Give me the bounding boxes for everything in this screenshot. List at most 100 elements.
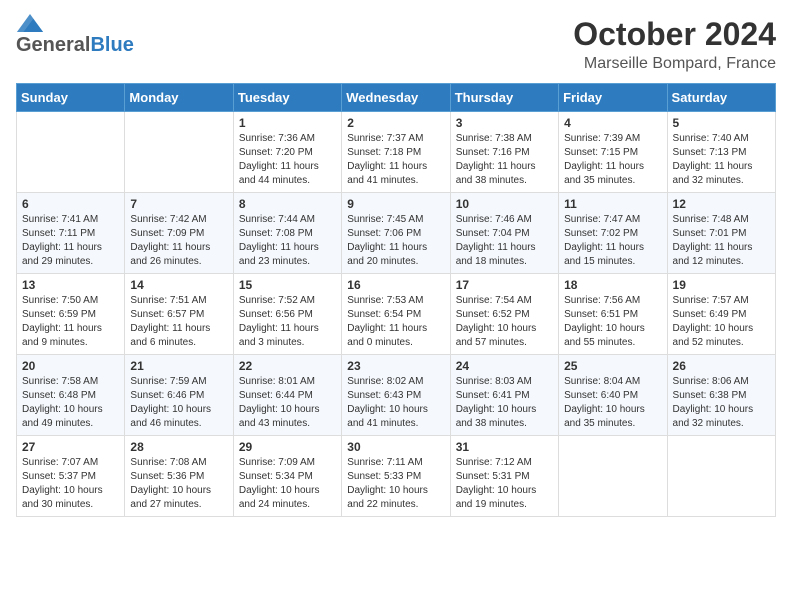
day-number: 4 — [564, 116, 661, 130]
calendar-day: 20 Sunrise: 7:58 AMSunset: 6:48 PMDayligh… — [17, 355, 125, 436]
calendar-day: 16 Sunrise: 7:53 AMSunset: 6:54 PMDayligh… — [342, 274, 450, 355]
calendar-day — [125, 112, 233, 193]
weekday-header-thursday: Thursday — [450, 84, 558, 112]
day-info: Sunrise: 7:51 AMSunset: 6:57 PMDaylight:… — [130, 294, 227, 350]
day-number: 10 — [456, 197, 553, 211]
calendar-day: 27 Sunrise: 7:07 AMSunset: 5:37 PMDayligh… — [17, 436, 125, 517]
weekday-header-wednesday: Wednesday — [342, 84, 450, 112]
logo-blue: Blue — [90, 34, 133, 57]
day-number: 29 — [239, 440, 336, 454]
title-block: October 2024 Marseille Bompard, France — [573, 16, 776, 73]
day-number: 3 — [456, 116, 553, 130]
day-number: 16 — [347, 278, 444, 292]
day-info: Sunrise: 8:03 AMSunset: 6:41 PMDaylight:… — [456, 375, 553, 431]
day-info: Sunrise: 7:56 AMSunset: 6:51 PMDaylight:… — [564, 294, 661, 350]
day-info: Sunrise: 8:01 AMSunset: 6:44 PMDaylight:… — [239, 375, 336, 431]
day-info: Sunrise: 7:48 AMSunset: 7:01 PMDaylight:… — [673, 213, 770, 269]
day-number: 22 — [239, 359, 336, 373]
weekday-header-monday: Monday — [125, 84, 233, 112]
calendar-day: 19Sunrise: 7:57 AMSunset: 6:49 PMDayligh… — [667, 274, 775, 355]
calendar-day: 15Sunrise: 7:52 AMSunset: 6:56 PMDayligh… — [233, 274, 341, 355]
day-number: 21 — [130, 359, 227, 373]
logo-general: General — [16, 34, 90, 57]
weekday-header-saturday: Saturday — [667, 84, 775, 112]
calendar-day: 17Sunrise: 7:54 AMSunset: 6:52 PMDayligh… — [450, 274, 558, 355]
day-number: 31 — [456, 440, 553, 454]
day-info: Sunrise: 7:39 AMSunset: 7:15 PMDaylight:… — [564, 132, 661, 188]
day-info: Sunrise: 7:08 AMSunset: 5:36 PMDaylight:… — [130, 456, 227, 512]
page-header: General Blue October 2024 Marseille Bomp… — [16, 16, 776, 73]
day-number: 27 — [22, 440, 119, 454]
day-info: Sunrise: 7:46 AMSunset: 7:04 PMDaylight:… — [456, 213, 553, 269]
day-number: 9 — [347, 197, 444, 211]
calendar-week-4: 20 Sunrise: 7:58 AMSunset: 6:48 PMDayligh… — [17, 355, 776, 436]
weekday-header-tuesday: Tuesday — [233, 84, 341, 112]
day-info: Sunrise: 7:09 AMSunset: 5:34 PMDaylight:… — [239, 456, 336, 512]
day-number: 12 — [673, 197, 770, 211]
day-info: Sunrise: 7:45 AMSunset: 7:06 PMDaylight:… — [347, 213, 444, 269]
logo-icon — [16, 14, 44, 32]
calendar-day — [17, 112, 125, 193]
day-number: 17 — [456, 278, 553, 292]
day-info: Sunrise: 7:44 AMSunset: 7:08 PMDaylight:… — [239, 213, 336, 269]
day-number: 20 — [22, 359, 119, 373]
day-number: 28 — [130, 440, 227, 454]
day-number: 8 — [239, 197, 336, 211]
day-info: Sunrise: 7:50 AMSunset: 6:59 PMDaylight:… — [22, 294, 119, 350]
calendar-day: 23 Sunrise: 8:02 AMSunset: 6:43 PMDayligh… — [342, 355, 450, 436]
day-number: 2 — [347, 116, 444, 130]
day-number: 7 — [130, 197, 227, 211]
month-title: October 2024 — [573, 16, 776, 53]
day-number: 30 — [347, 440, 444, 454]
day-number: 24 — [456, 359, 553, 373]
day-info: Sunrise: 7:59 AMSunset: 6:46 PMDaylight:… — [130, 375, 227, 431]
calendar-week-3: 13 Sunrise: 7:50 AMSunset: 6:59 PMDayligh… — [17, 274, 776, 355]
calendar-day: 9 Sunrise: 7:45 AMSunset: 7:06 PMDaylight… — [342, 193, 450, 274]
calendar-day: 26 Sunrise: 8:06 AMSunset: 6:38 PMDayligh… — [667, 355, 775, 436]
day-number: 19 — [673, 278, 770, 292]
calendar-day: 14 Sunrise: 7:51 AMSunset: 6:57 PMDayligh… — [125, 274, 233, 355]
day-info: Sunrise: 7:42 AMSunset: 7:09 PMDaylight:… — [130, 213, 227, 269]
calendar-day: 2Sunrise: 7:37 AMSunset: 7:18 PMDaylight… — [342, 112, 450, 193]
location-title: Marseille Bompard, France — [573, 55, 776, 73]
day-number: 23 — [347, 359, 444, 373]
day-info: Sunrise: 7:11 AMSunset: 5:33 PMDaylight:… — [347, 456, 444, 512]
day-number: 13 — [22, 278, 119, 292]
day-info: Sunrise: 7:40 AMSunset: 7:13 PMDaylight:… — [673, 132, 770, 188]
calendar-day: 5 Sunrise: 7:40 AMSunset: 7:13 PMDaylight… — [667, 112, 775, 193]
calendar-day: 22 Sunrise: 8:01 AMSunset: 6:44 PMDayligh… — [233, 355, 341, 436]
day-number: 14 — [130, 278, 227, 292]
calendar-week-2: 6 Sunrise: 7:41 AMSunset: 7:11 PMDaylight… — [17, 193, 776, 274]
weekday-header-row: SundayMondayTuesdayWednesdayThursdayFrid… — [17, 84, 776, 112]
day-number: 5 — [673, 116, 770, 130]
day-number: 1 — [239, 116, 336, 130]
day-info: Sunrise: 7:58 AMSunset: 6:48 PMDaylight:… — [22, 375, 119, 431]
weekday-header-friday: Friday — [559, 84, 667, 112]
calendar-day: 6 Sunrise: 7:41 AMSunset: 7:11 PMDaylight… — [17, 193, 125, 274]
day-info: Sunrise: 7:41 AMSunset: 7:11 PMDaylight:… — [22, 213, 119, 269]
day-number: 11 — [564, 197, 661, 211]
calendar-day: 11 Sunrise: 7:47 AMSunset: 7:02 PMDayligh… — [559, 193, 667, 274]
calendar-day: 1 Sunrise: 7:36 AMSunset: 7:20 PMDaylight… — [233, 112, 341, 193]
calendar-day: 18 Sunrise: 7:56 AMSunset: 6:51 PMDayligh… — [559, 274, 667, 355]
calendar-day — [559, 436, 667, 517]
day-info: Sunrise: 7:52 AMSunset: 6:56 PMDaylight:… — [239, 294, 336, 350]
calendar-day: 30 Sunrise: 7:11 AMSunset: 5:33 PMDayligh… — [342, 436, 450, 517]
day-info: Sunrise: 7:07 AMSunset: 5:37 PMDaylight:… — [22, 456, 119, 512]
calendar-day: 13 Sunrise: 7:50 AMSunset: 6:59 PMDayligh… — [17, 274, 125, 355]
calendar-week-1: 1 Sunrise: 7:36 AMSunset: 7:20 PMDaylight… — [17, 112, 776, 193]
day-info: Sunrise: 8:06 AMSunset: 6:38 PMDaylight:… — [673, 375, 770, 431]
calendar-body: 1 Sunrise: 7:36 AMSunset: 7:20 PMDaylight… — [17, 112, 776, 517]
calendar-day: 25Sunrise: 8:04 AMSunset: 6:40 PMDayligh… — [559, 355, 667, 436]
day-info: Sunrise: 7:12 AMSunset: 5:31 PMDaylight:… — [456, 456, 553, 512]
day-number: 18 — [564, 278, 661, 292]
day-info: Sunrise: 7:53 AMSunset: 6:54 PMDaylight:… — [347, 294, 444, 350]
day-number: 26 — [673, 359, 770, 373]
day-number: 6 — [22, 197, 119, 211]
calendar-day: 10 Sunrise: 7:46 AMSunset: 7:04 PMDayligh… — [450, 193, 558, 274]
day-info: Sunrise: 8:02 AMSunset: 6:43 PMDaylight:… — [347, 375, 444, 431]
day-info: Sunrise: 7:47 AMSunset: 7:02 PMDaylight:… — [564, 213, 661, 269]
day-info: Sunrise: 7:36 AMSunset: 7:20 PMDaylight:… — [239, 132, 336, 188]
day-info: Sunrise: 8:04 AMSunset: 6:40 PMDaylight:… — [564, 375, 661, 431]
calendar-table: SundayMondayTuesdayWednesdayThursdayFrid… — [16, 83, 776, 517]
